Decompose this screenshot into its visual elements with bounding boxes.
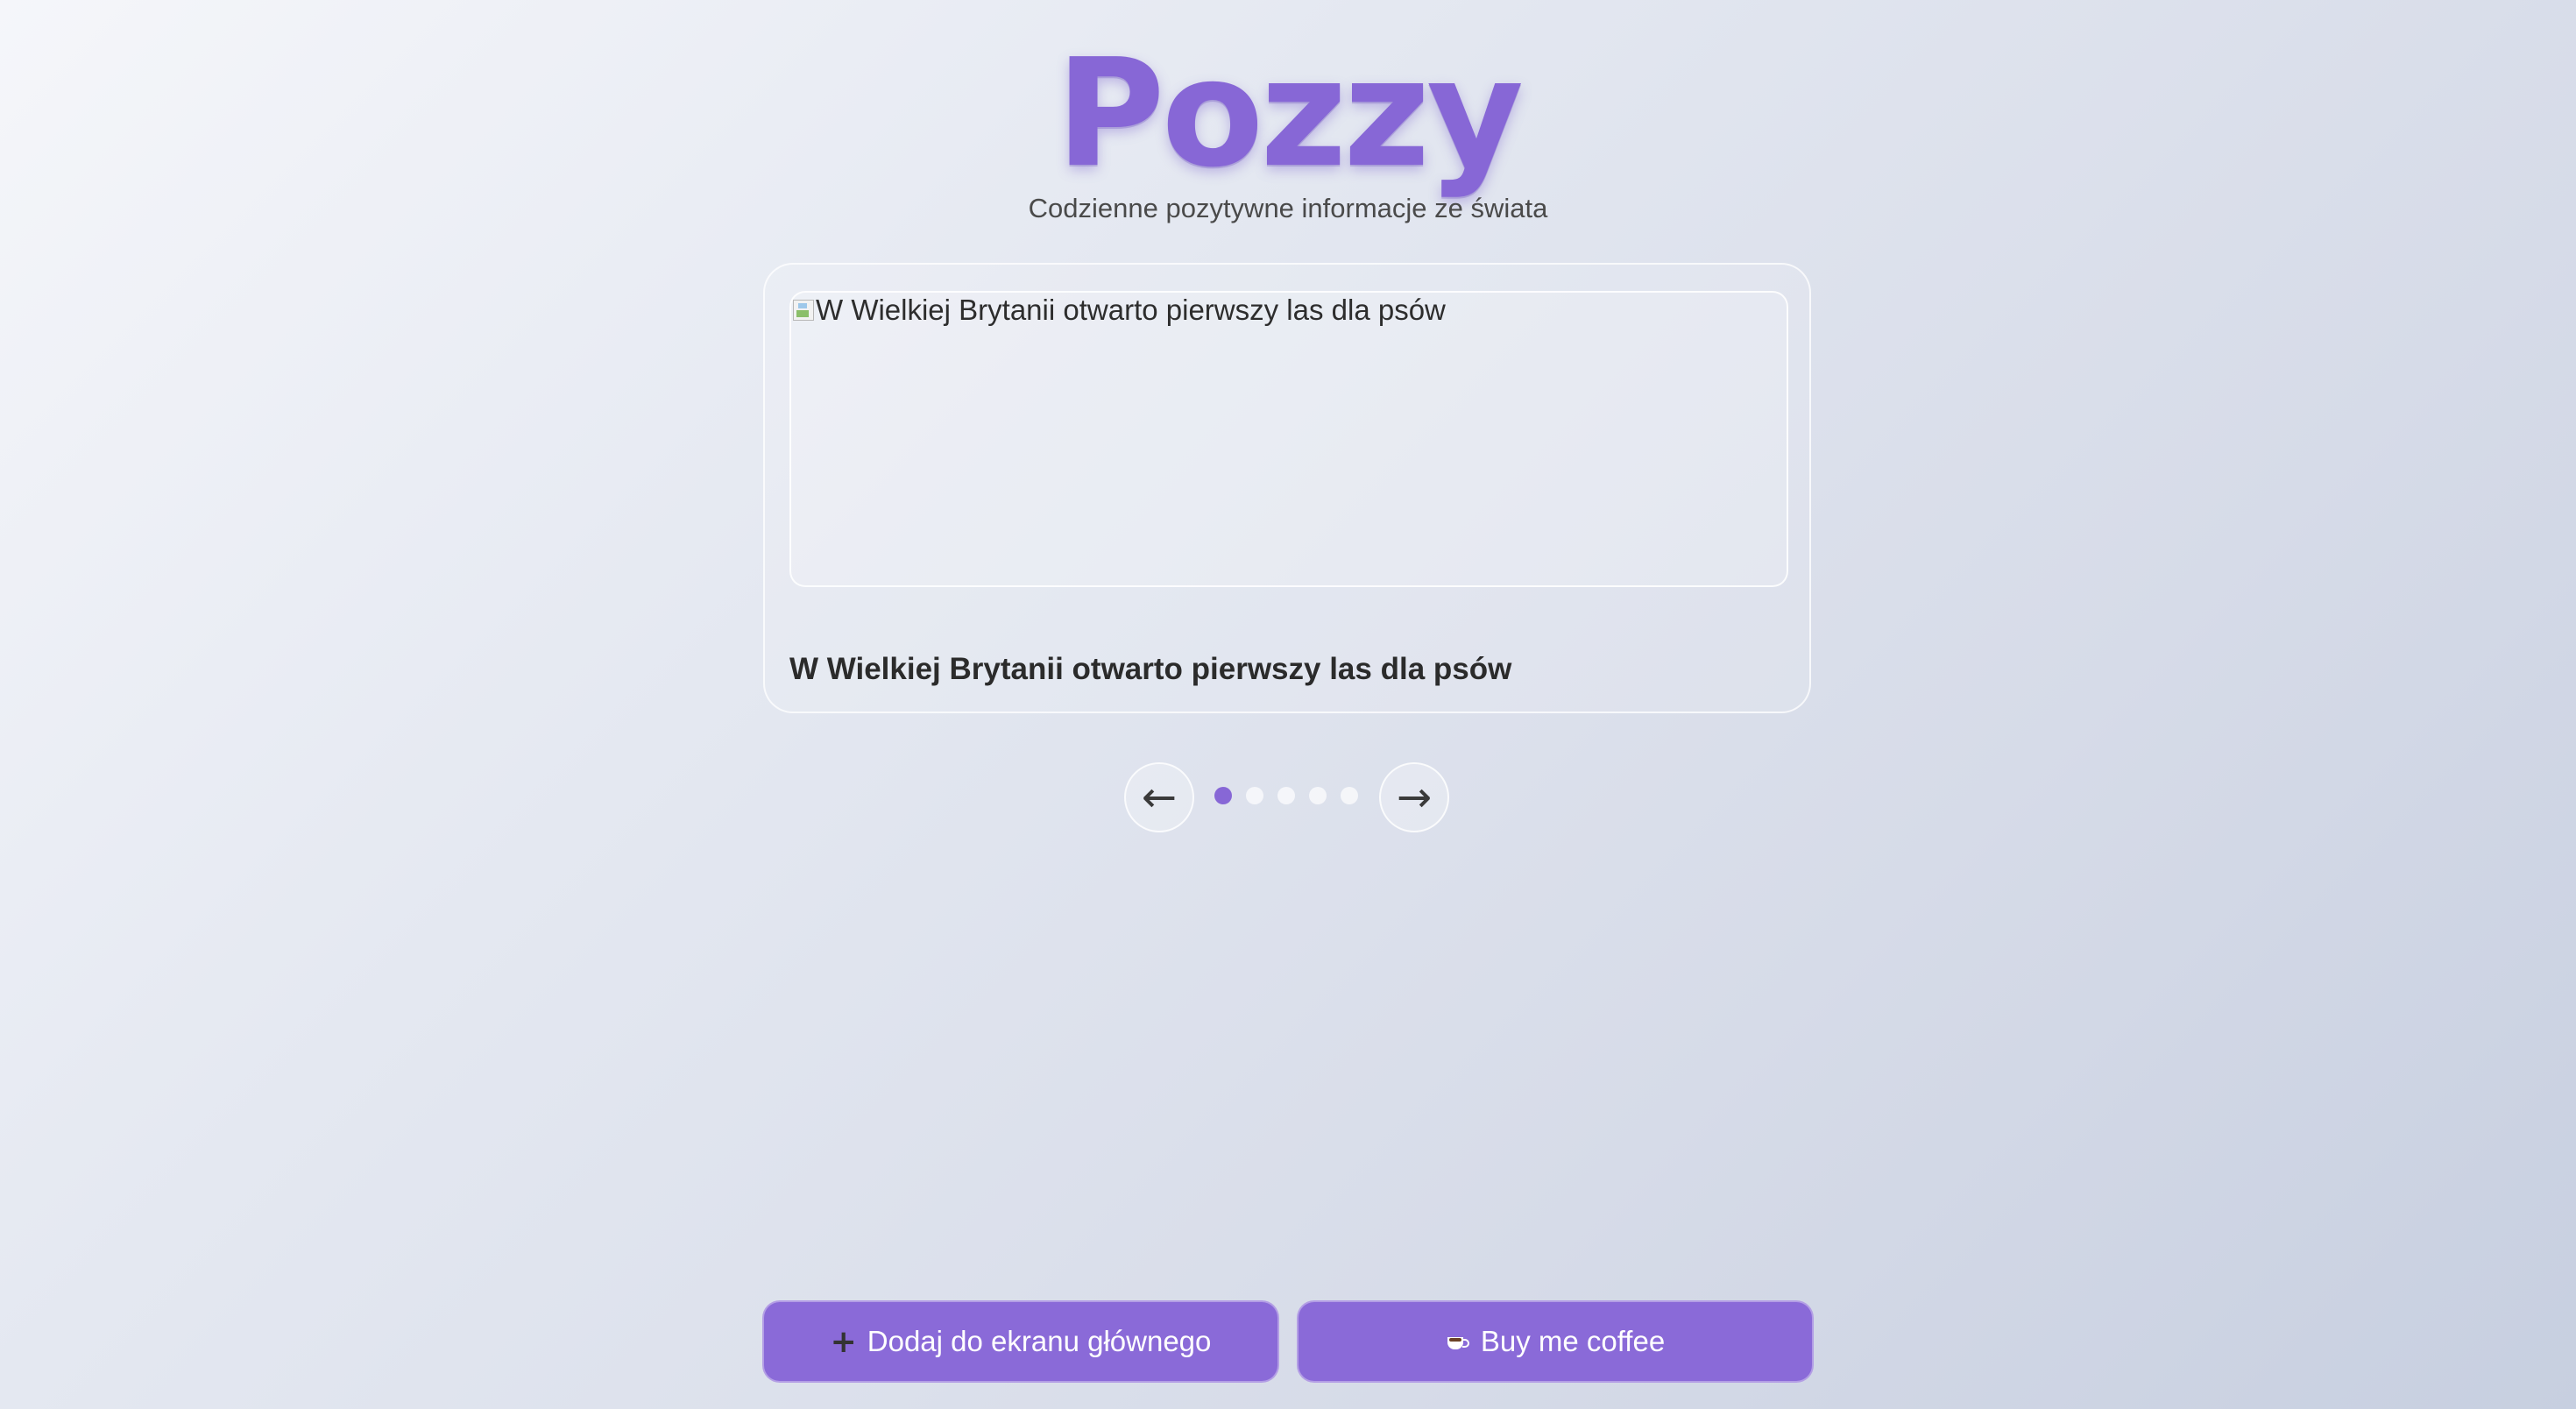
buy-me-coffee-label: Buy me coffee <box>1480 1325 1666 1357</box>
app-logo: Pozzy <box>1055 27 1524 201</box>
arrow-right-icon: → <box>1396 773 1433 822</box>
tagline: Codzienne pozytywne informacje ze świata <box>1028 193 1548 223</box>
arrow-left-icon: ← <box>1141 773 1178 822</box>
add-to-home-screen-button[interactable]: + Dodaj do ekranu głównego <box>762 1300 1279 1383</box>
carousel-dot[interactable] <box>1246 787 1263 804</box>
broken-image-placeholder: W Wielkiej Brytanii otwarto pierwszy las… <box>793 294 1446 326</box>
coffee-cup-icon <box>1446 1332 1469 1351</box>
next-button[interactable]: → <box>1379 762 1449 832</box>
broken-image-icon <box>793 300 814 321</box>
carousel-dots <box>1214 787 1358 808</box>
buy-me-coffee-button[interactable]: Buy me coffee <box>1297 1300 1814 1383</box>
prev-button[interactable]: ← <box>1124 762 1194 832</box>
news-image: W Wielkiej Brytanii otwarto pierwszy las… <box>789 291 1788 587</box>
image-alt-text: W Wielkiej Brytanii otwarto pierwszy las… <box>816 294 1446 326</box>
plus-icon: + <box>830 1323 857 1360</box>
carousel-dot[interactable] <box>1277 787 1295 804</box>
carousel-dot[interactable] <box>1341 787 1358 804</box>
carousel-dot[interactable] <box>1214 787 1232 804</box>
news-title[interactable]: W Wielkiej Brytanii otwarto pierwszy las… <box>789 650 1511 689</box>
carousel-dot[interactable] <box>1309 787 1327 804</box>
news-card: W Wielkiej Brytanii otwarto pierwszy las… <box>763 263 1811 713</box>
add-to-home-screen-label: Dodaj do ekranu głównego <box>867 1325 1212 1357</box>
